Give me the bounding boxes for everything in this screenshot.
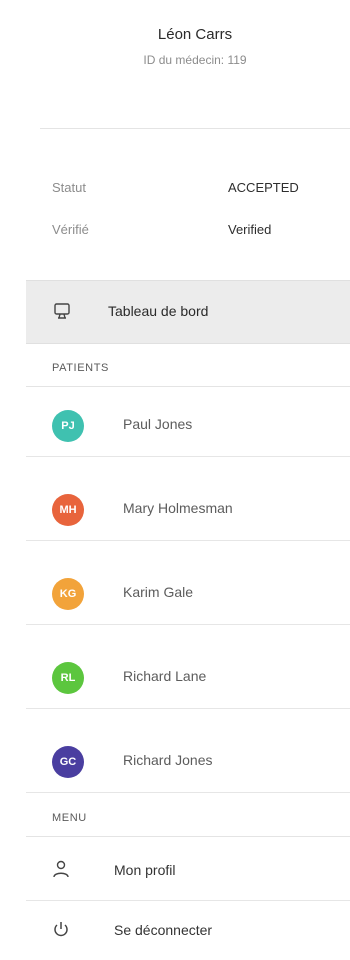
- dashboard-label: Tableau de bord: [108, 303, 209, 319]
- divider: [26, 386, 350, 387]
- patient-item[interactable]: GC Richard Jones: [26, 730, 350, 793]
- patient-name: Paul Jones: [123, 416, 193, 432]
- status-value: ACCEPTED: [228, 180, 299, 195]
- monitor-icon: [54, 303, 70, 319]
- sidebar-panel: Léon Carrs ID du médecin: 119 Statut ACC…: [0, 0, 350, 951]
- menu-section-title: MENU: [52, 812, 87, 824]
- avatar: MH: [52, 494, 84, 526]
- profile-header: Léon Carrs ID du médecin: 119: [40, 0, 350, 128]
- divider: [26, 836, 350, 837]
- info-row-status: Statut ACCEPTED: [52, 168, 350, 208]
- menu-label: Se déconnecter: [114, 922, 213, 938]
- avatar: GC: [52, 746, 84, 778]
- patient-item[interactable]: KG Karim Gale: [26, 562, 350, 625]
- doctor-id: ID du médecin: 119: [143, 53, 247, 67]
- patient-item[interactable]: PJ Paul Jones: [26, 394, 350, 457]
- power-icon: [54, 922, 68, 937]
- status-label: Statut: [52, 180, 86, 195]
- patient-name: Mary Holmesman: [123, 500, 233, 516]
- menu-item-logout[interactable]: Se déconnecter: [26, 900, 350, 960]
- divider: [40, 128, 350, 129]
- patient-name: Karim Gale: [123, 584, 194, 600]
- avatar: PJ: [52, 410, 84, 442]
- nav-item-dashboard[interactable]: Tableau de bord: [26, 280, 350, 344]
- info-row-verified: Vérifié Verified: [52, 210, 350, 250]
- menu-label: Mon profil: [114, 862, 176, 878]
- patient-item[interactable]: MH Mary Holmesman: [26, 478, 350, 541]
- patient-name: Richard Jones: [123, 752, 213, 768]
- avatar: RL: [52, 662, 84, 694]
- verified-label: Vérifié: [52, 222, 89, 237]
- avatar: KG: [52, 578, 84, 610]
- user-icon: [53, 860, 69, 878]
- verified-value: Verified: [228, 222, 272, 237]
- doctor-name: Léon Carrs: [157, 26, 233, 43]
- patients-section-title: PATIENTS: [52, 362, 109, 374]
- patient-name: Richard Lane: [123, 668, 207, 684]
- menu-item-profile[interactable]: Mon profil: [26, 840, 350, 901]
- patient-item[interactable]: RL Richard Lane: [26, 646, 350, 709]
